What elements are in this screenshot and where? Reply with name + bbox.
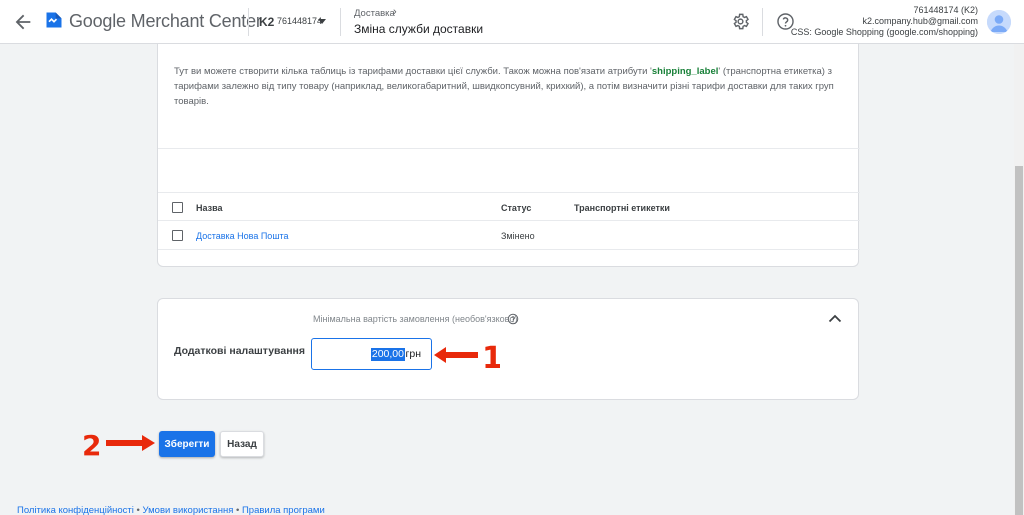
additional-settings-label: Додаткові налаштування [174, 345, 306, 357]
caret-down-icon [318, 19, 326, 24]
annotation-number-1: 1 [482, 341, 500, 372]
divider [158, 148, 860, 149]
rate-table-link[interactable]: Доставка Нова Пошта [196, 231, 289, 241]
divider [158, 220, 860, 221]
page-title: Зміна служби доставки [354, 22, 484, 36]
divider [340, 8, 341, 36]
description-text: Тут ви можете створити кілька таблиць із… [174, 64, 844, 109]
chevron-right-icon: › [393, 6, 397, 18]
footer-links: Політика конфіденційності • Умови викори… [17, 505, 325, 515]
divider [762, 8, 763, 36]
brand-name: Google Merchant Center [69, 11, 262, 31]
merchant-center-logo-icon [46, 12, 62, 28]
help-icon[interactable] [507, 313, 519, 325]
currency-unit: грн [405, 348, 421, 360]
avatar[interactable] [987, 10, 1011, 34]
account-name: K2 [259, 15, 275, 29]
divider [158, 192, 860, 193]
column-header-name[interactable]: Назва [196, 203, 223, 213]
program-policies-link[interactable]: Правила програми [242, 505, 325, 515]
description-part1: Тут ви можете створити кілька таблиць із… [174, 66, 652, 77]
chevron-up-icon[interactable] [828, 313, 842, 323]
amount-value: 200,00 [370, 348, 405, 361]
back-arrow-icon[interactable] [12, 11, 34, 33]
breadcrumb[interactable]: Доставка [354, 8, 395, 19]
user-css: CSS: Google Shopping (google.com/shoppin… [790, 27, 978, 37]
column-header-status[interactable]: Статус [501, 203, 531, 213]
user-info: 761448174 (K2) k2.company.hub@gmail.com … [791, 5, 978, 38]
page-scrollbar[interactable] [1014, 44, 1024, 515]
row-checkbox[interactable] [172, 230, 183, 241]
divider [248, 8, 249, 36]
terms-link[interactable]: Умови використання [143, 505, 234, 515]
privacy-policy-link[interactable]: Політика конфіденційності [17, 505, 134, 515]
rate-tables-card: Тут ви можете створити кілька таблиць із… [157, 44, 860, 267]
user-email: k2.company.hub@gmail.com [862, 16, 978, 26]
annotation-arrow-2: 2 [82, 429, 155, 458]
additional-settings-card: Додаткові налаштування Мінімальна вартіс… [157, 298, 859, 400]
annotation-arrow-1: 1 [434, 341, 500, 372]
gear-icon[interactable] [731, 12, 750, 31]
save-button[interactable]: Зберегти [159, 431, 215, 457]
row-status: Змінено [501, 231, 535, 241]
scrollbar-thumb[interactable] [1015, 166, 1023, 515]
column-header-labels[interactable]: Транспортні етикетки [574, 203, 670, 213]
annotation-number-2: 2 [82, 429, 101, 458]
min-order-label: Мінімальна вартість замовлення (необов'я… [313, 314, 518, 324]
back-button[interactable]: Назад [220, 431, 264, 457]
divider [158, 249, 860, 250]
min-order-amount-input[interactable]: 200,00 грн [311, 338, 432, 370]
top-bar: Google Merchant Center K2 761448174 Дост… [0, 0, 1024, 44]
description-code: shipping_label [651, 66, 719, 77]
select-all-checkbox[interactable] [172, 202, 183, 213]
account-id: 761448174 [277, 16, 323, 26]
user-account-line: 761448174 (K2) [913, 5, 978, 15]
